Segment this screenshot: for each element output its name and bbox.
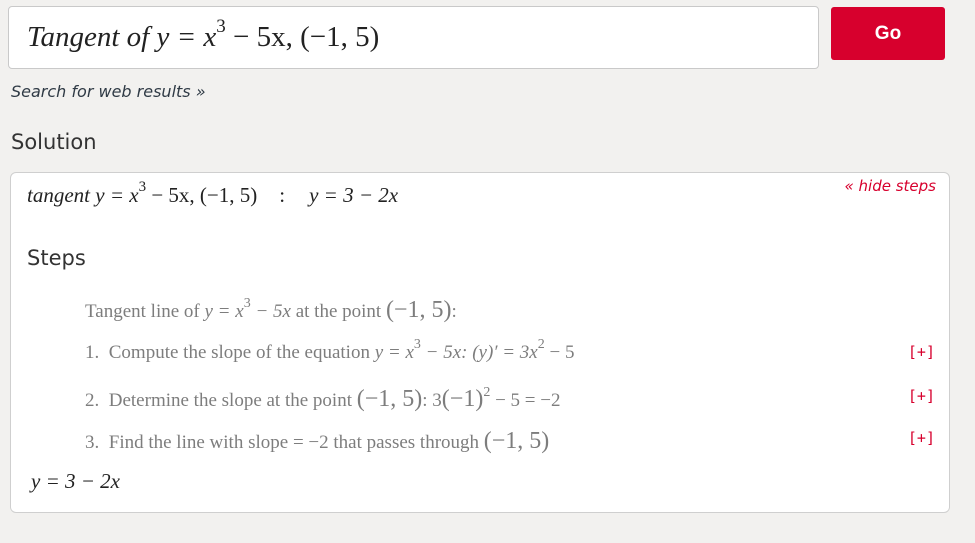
step-1-derivative-exponent: 2 <box>537 337 545 352</box>
result-line: tangent y = x3 − 5x, (−1, 5): y = 3 − 2x <box>27 179 399 208</box>
result-equation: y = x <box>95 183 139 207</box>
step-1-prefix: Compute the slope of the equation <box>108 342 375 363</box>
solution-panel: « hide steps tangent y = x3 − 5x, (−1, 5… <box>10 172 950 513</box>
step-2-exponent: 2 <box>483 385 491 400</box>
step-intro-prefix: Tangent line of <box>85 301 205 322</box>
step-3-slope-value: = −2 <box>288 432 329 453</box>
step-intro-equation: y = x <box>204 301 244 322</box>
step-3-mid: that passes through <box>328 432 484 453</box>
step-2-point: (−1, 5) <box>356 386 423 412</box>
step-1-equation-rest: − 5x: <box>420 342 473 363</box>
step-2-paren-term: (−1) <box>441 386 484 412</box>
step-2-prefix: Determine the slope at the point <box>108 390 357 411</box>
step-1-derivative: (y)′ = 3x <box>472 342 538 363</box>
search-query[interactable]: Tangent of y = x3 − 5x, (−1, 5) <box>27 16 380 54</box>
step-3-expand-button[interactable]: [+] <box>908 429 935 447</box>
result-equation-rest: − 5x, (−1, 5) <box>146 183 258 207</box>
final-answer: y = 3 − 2x <box>31 469 120 493</box>
step-3-point: (−1, 5) <box>483 428 550 454</box>
steps-heading: Steps <box>27 246 86 270</box>
solution-heading: Solution <box>11 130 97 154</box>
query-exponent: 3 <box>216 16 226 37</box>
search-web-results-link[interactable]: Search for web results » <box>11 82 206 101</box>
step-3: 3. Find the line with slope = −2 that pa… <box>85 428 549 455</box>
step-1-equation: y = x <box>374 342 414 363</box>
step-intro-exponent: 3 <box>243 296 251 311</box>
result-colon: : <box>279 183 286 207</box>
step-2-rest: − 5 = −2 <box>490 390 561 411</box>
query-prefix: Tangent of <box>27 21 157 53</box>
query-point: (−1, 5) <box>300 21 380 53</box>
step-number: 2. <box>85 390 100 411</box>
query-equation: y = x <box>156 21 217 53</box>
step-intro-equation-rest: − 5x <box>250 301 291 322</box>
result-answer: y = 3 − 2x <box>309 183 399 207</box>
go-button[interactable]: Go <box>831 7 945 60</box>
step-1-expand-button[interactable]: [+] <box>908 343 935 361</box>
step-number: 3. <box>85 432 100 453</box>
query-equation-rest: − 5x, <box>225 21 301 53</box>
step-1-exponent: 3 <box>413 337 421 352</box>
search-box[interactable]: Tangent of y = x3 − 5x, (−1, 5) <box>8 6 819 69</box>
step-1: 1. Compute the slope of the equation y =… <box>85 337 575 364</box>
step-2-expand-button[interactable]: [+] <box>908 387 935 405</box>
result-word: tangent <box>27 183 96 207</box>
step-intro: Tangent line of y = x3 − 5x at the point… <box>85 296 457 324</box>
step-number: 1. <box>85 342 100 363</box>
step-2-mid: : 3 <box>422 390 442 411</box>
step-1-derivative-rest: − 5 <box>544 342 575 363</box>
step-intro-suffix: : <box>451 301 457 322</box>
hide-steps-link[interactable]: « hide steps <box>845 177 936 195</box>
step-intro-mid: at the point <box>290 301 386 322</box>
result-exponent: 3 <box>138 179 147 195</box>
step-2: 2. Determine the slope at the point (−1,… <box>85 385 561 413</box>
step-intro-point: (−1, 5) <box>385 297 452 323</box>
step-3-prefix: Find the line with slope <box>108 432 289 453</box>
